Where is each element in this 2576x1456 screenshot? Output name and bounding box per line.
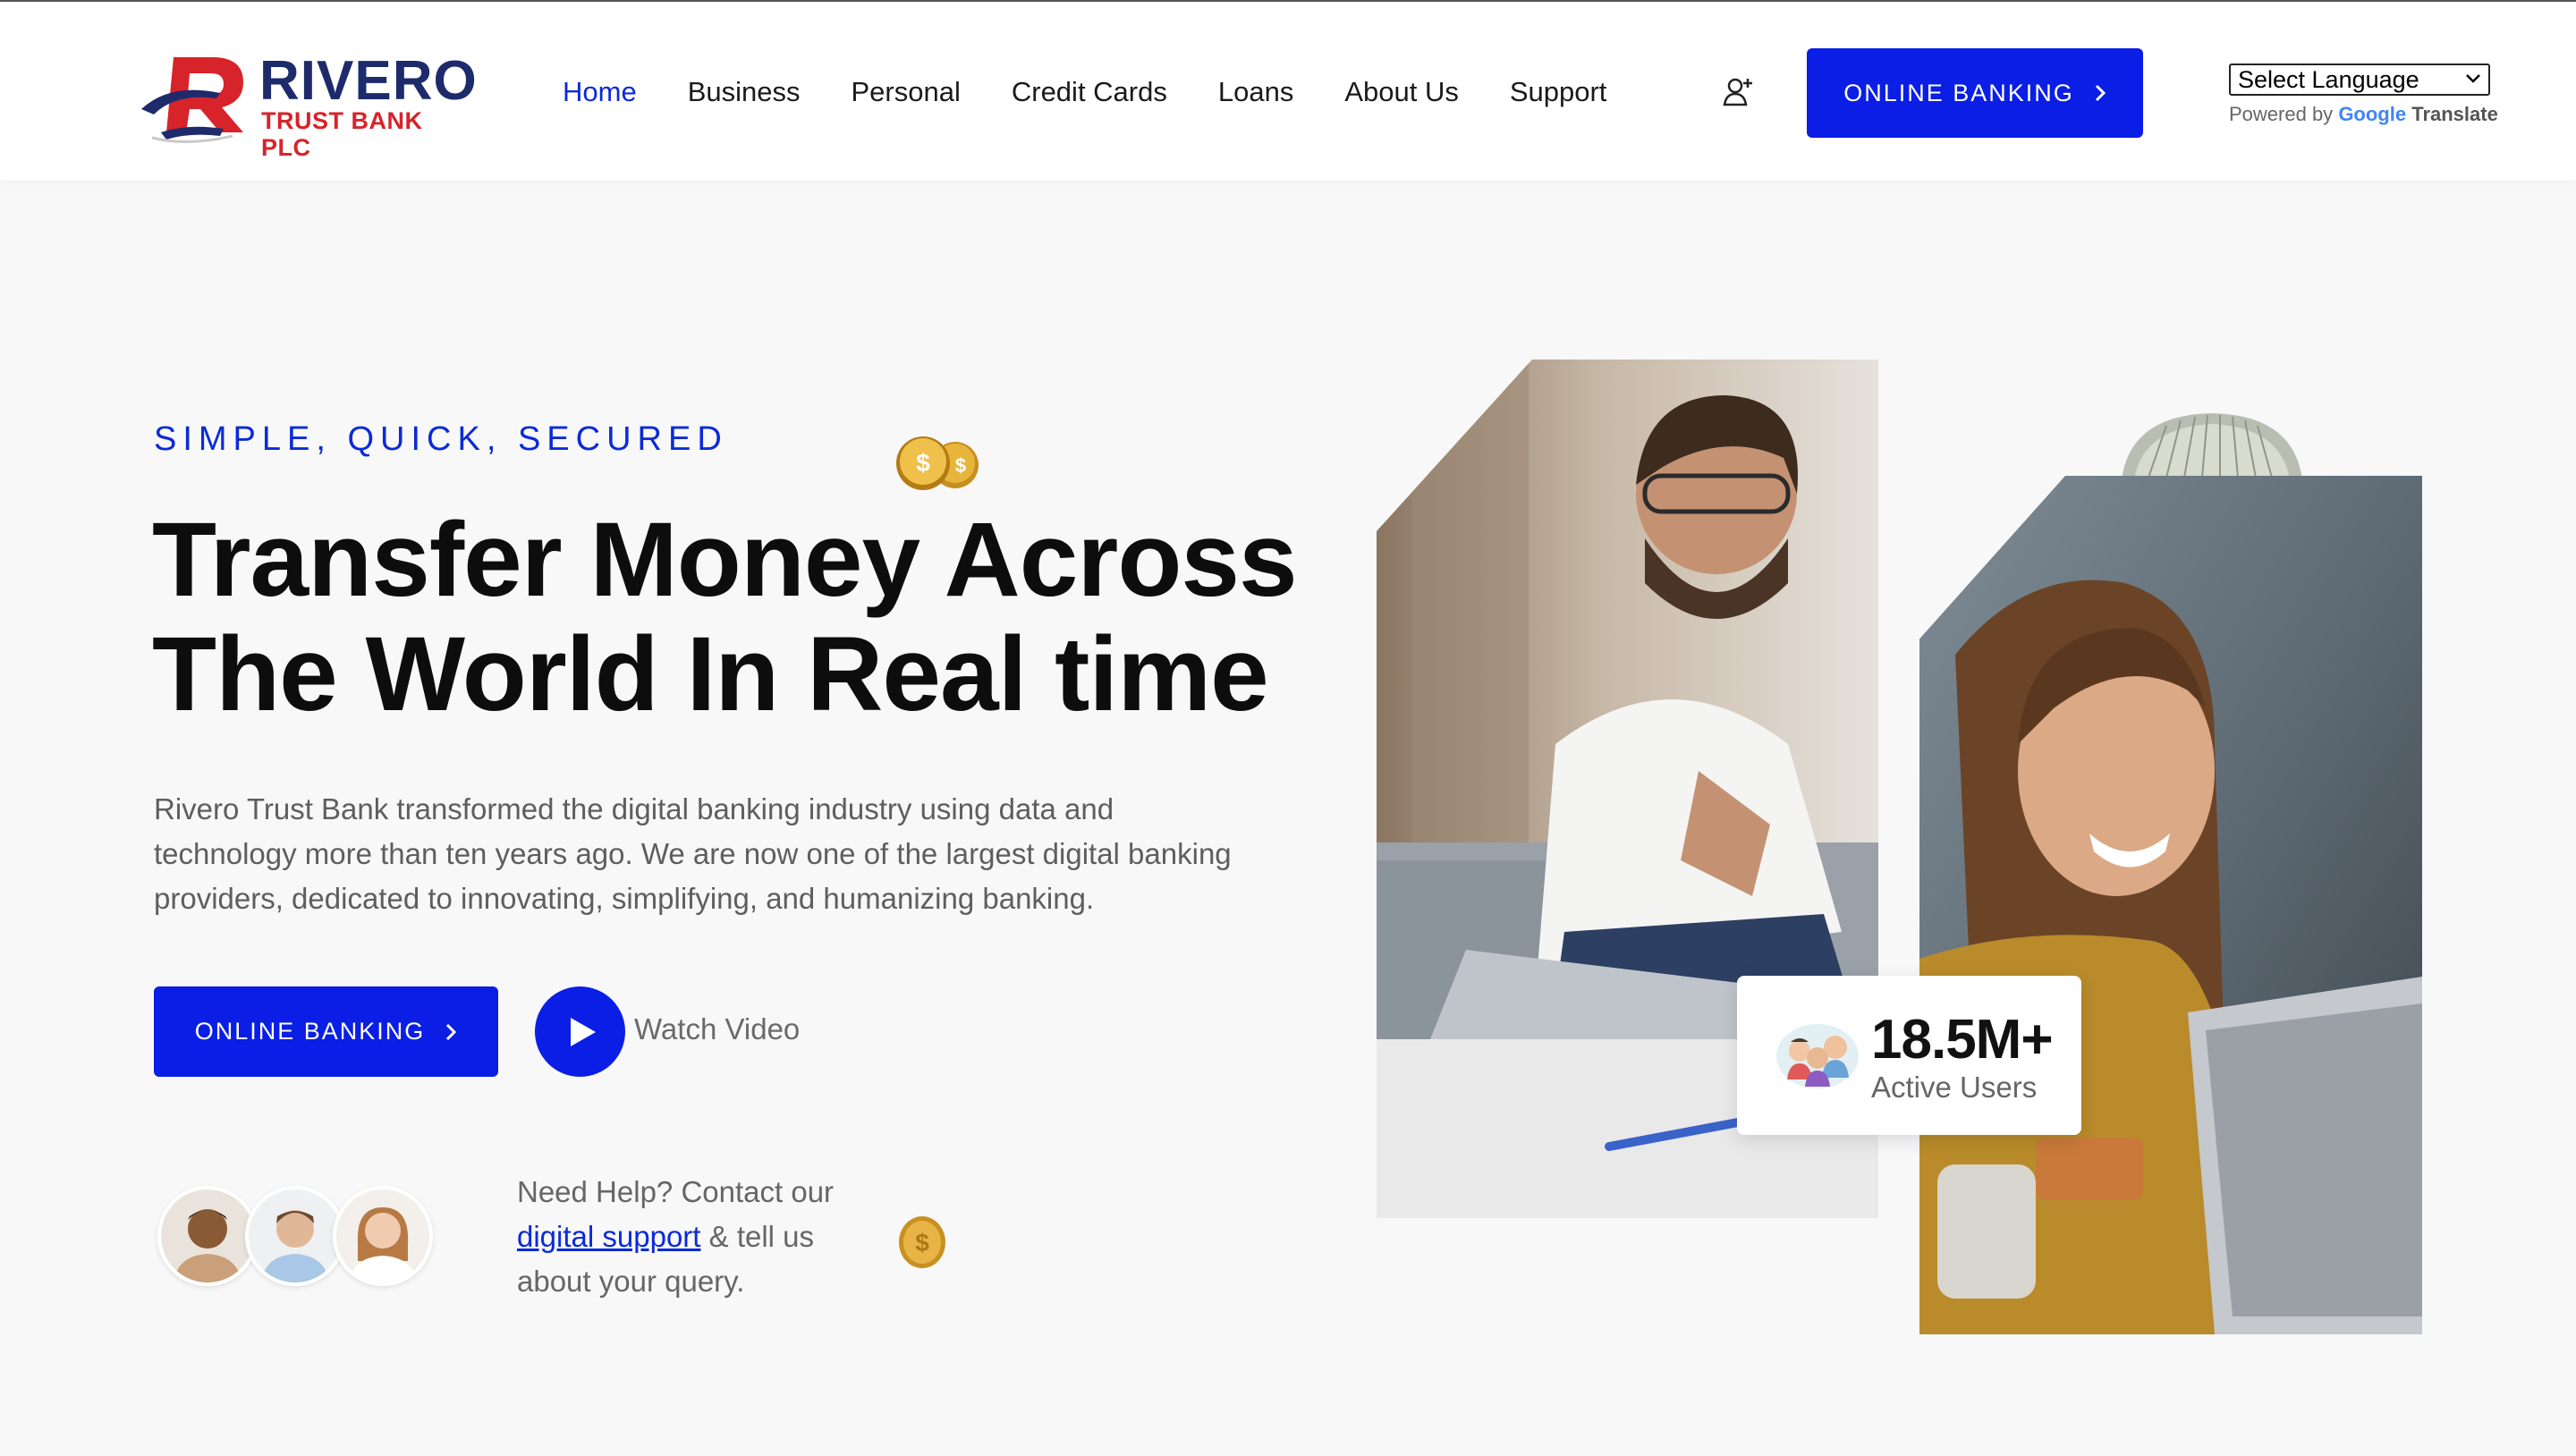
- help-line-2: digital support & tell us: [517, 1215, 911, 1259]
- powered-by-label: Powered by: [2229, 103, 2334, 125]
- nav-item-loans[interactable]: Loans: [1218, 72, 1293, 116]
- user-add-icon[interactable]: [1723, 75, 1755, 107]
- hero-description-line-3: providers, dedicated to innovating, simp…: [154, 882, 1095, 915]
- help-line-3: about your query.: [517, 1265, 745, 1298]
- hero-description: Rivero Trust Bank transformed the digita…: [154, 787, 1281, 921]
- nav-item-home[interactable]: Home: [563, 72, 637, 116]
- language-select[interactable]: Select Language: [2229, 63, 2490, 96]
- avatar: [157, 1186, 258, 1286]
- hero-headline-line-2: The World In Real time: [152, 615, 1269, 733]
- chevron-right-icon: [2095, 84, 2106, 102]
- google-wordmark: Google: [2338, 103, 2407, 125]
- money-stack-icon: [2122, 413, 2302, 479]
- play-icon: [571, 1018, 596, 1046]
- hero-headline: Transfer Money Across The World In Real …: [152, 503, 1315, 732]
- main-nav: Home Business Personal Credit Cards Loan…: [563, 72, 1657, 116]
- powered-by-google-translate[interactable]: Powered by Google Translate: [2229, 103, 2498, 126]
- active-users-card: 18.5M+ Active Users: [1737, 976, 2081, 1135]
- rivero-logo-mark-icon: [141, 57, 243, 143]
- header-online-banking-label: ONLINE BANKING: [1843, 79, 2074, 106]
- brand-name: RIVERO: [259, 50, 478, 112]
- hero-eyebrow: SIMPLE, QUICK, SECURED: [154, 420, 728, 458]
- chevron-down-icon: [2466, 74, 2480, 83]
- active-users-label: Active Users: [1871, 1071, 2038, 1104]
- language-select-value: Select Language: [2238, 66, 2419, 93]
- translate-label: Translate: [2411, 103, 2498, 125]
- avatar: [333, 1186, 433, 1286]
- play-video-button[interactable]: [535, 986, 625, 1077]
- site-header: RIVERO TRUST BANK PLC Home Business Pers…: [0, 2, 2576, 181]
- nav-item-business[interactable]: Business: [688, 72, 801, 116]
- svg-text:$: $: [955, 454, 966, 477]
- woman-with-laptop-photo: [1919, 476, 2422, 1334]
- brand-subtitle: TRUST BANK PLC: [261, 107, 423, 161]
- nav-item-credit-cards[interactable]: Credit Cards: [1012, 72, 1167, 116]
- svg-text:$: $: [916, 449, 930, 477]
- gold-coin-icon: $: [899, 1216, 945, 1268]
- active-users-value: 18.5M+: [1871, 1009, 2054, 1071]
- hero-headline-line-1: Transfer Money Across: [152, 501, 1298, 619]
- hero-online-banking-label: ONLINE BANKING: [194, 1018, 426, 1045]
- header-online-banking-button[interactable]: ONLINE BANKING: [1807, 48, 2143, 138]
- hero-description-line-2: technology more than ten years ago. We a…: [154, 837, 1232, 870]
- nav-item-personal[interactable]: Personal: [852, 72, 961, 116]
- help-line-1: Need Help? Contact our: [517, 1175, 835, 1208]
- hero-description-line-1: Rivero Trust Bank transformed the digita…: [154, 792, 1114, 825]
- users-group-icon: [1776, 1024, 1859, 1088]
- brand-logo[interactable]: RIVERO TRUST BANK PLC: [134, 47, 477, 161]
- help-line-2-rest: & tell us: [700, 1220, 815, 1253]
- hero-online-banking-button[interactable]: ONLINE BANKING: [154, 986, 498, 1077]
- watch-video-label[interactable]: Watch Video: [634, 1012, 800, 1046]
- nav-item-support[interactable]: Support: [1510, 72, 1607, 116]
- gold-coins-icon: $ $: [896, 436, 979, 490]
- support-team-avatars: [157, 1186, 444, 1286]
- help-text: Need Help? Contact our digital support &…: [517, 1170, 911, 1304]
- chevron-right-icon: [446, 1023, 457, 1040]
- nav-item-about-us[interactable]: About Us: [1344, 72, 1459, 116]
- svg-text:$: $: [915, 1229, 929, 1257]
- digital-support-link[interactable]: digital support: [517, 1220, 700, 1253]
- avatar: [245, 1186, 345, 1286]
